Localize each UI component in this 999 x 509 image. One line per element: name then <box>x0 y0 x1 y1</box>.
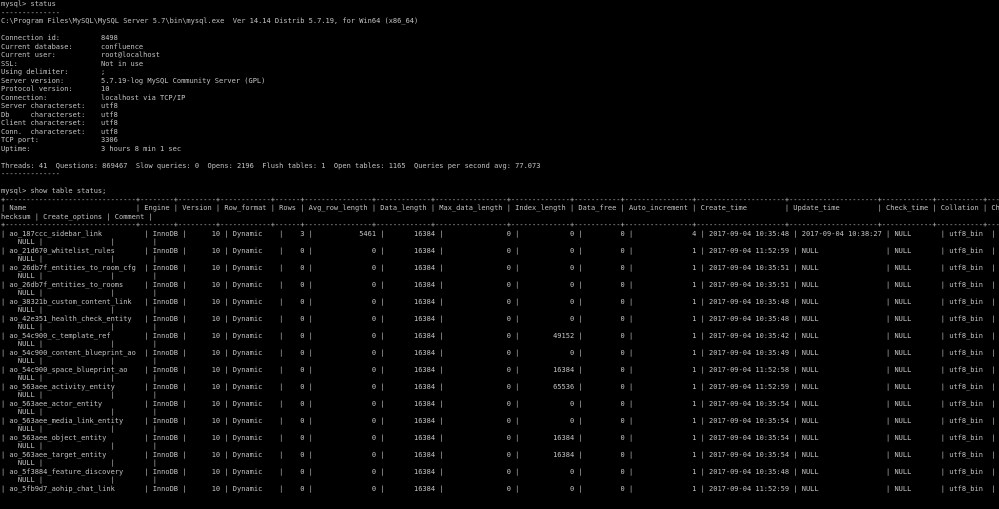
table-row: | ao_563aee_activity_entity | InnoDB | 1… <box>1 382 996 391</box>
status-value: confluence <box>101 42 144 51</box>
status-key: Connection: <box>1 93 48 102</box>
status-key: Server version: <box>1 76 65 85</box>
status-line: Using delimiter:; <box>1 68 999 77</box>
table-row-continuation: NULL | | | <box>1 408 157 416</box>
table-row: | ao_563aee_object_entity | InnoDB | 10 … <box>1 433 996 442</box>
table-row: | ao_21d670_whitelist_rules | InnoDB | 1… <box>1 246 996 255</box>
status-value: utf8 <box>101 119 118 127</box>
status-line: Protocol version: 10 <box>1 85 999 94</box>
status-line: Current database: confluence <box>1 43 999 52</box>
table-row: | ao_42e351_health_check_entity | InnoDB… <box>1 314 996 323</box>
status-line: Connection id: 8498 <box>1 34 999 43</box>
status-line: Client characterset: utf8 <box>1 119 999 128</box>
status-line: Conn. characterset: utf8 <box>1 128 999 137</box>
table-row: | ao_563aee_media_link_entity | InnoDB |… <box>1 416 996 425</box>
table-row-continuation: NULL | | | <box>1 272 157 280</box>
status-line: Current user: root@localhost <box>1 51 999 60</box>
status-key: Using delimiter: <box>1 68 69 76</box>
separator-line: -------------- <box>1 170 61 178</box>
status-line: Uptime: 3 hours 8 min 1 sec <box>1 145 999 154</box>
table-row-continuation: NULL | | | <box>1 255 157 263</box>
status-key: Client characterset: <box>1 119 86 127</box>
table-row: | ao_5fb9d7_aohip_chat_link | InnoDB | 1… <box>1 484 996 493</box>
table-row-continuation: NULL | | | <box>1 306 157 314</box>
table-row-continuation: NULL | | | <box>1 323 157 331</box>
status-key: Conn. characterset: <box>1 127 86 136</box>
status-line: Connection: localhost via TCP/IP <box>1 94 999 103</box>
status-value: utf8 <box>101 110 118 119</box>
table-row-continuation: NULL | | | <box>1 374 157 382</box>
threads-line: Threads: 41 Questions: 869467 Slow queri… <box>1 161 541 170</box>
table-row: | ao_563aee_actor_entity | InnoDB | 10 |… <box>1 399 996 408</box>
table-row-continuation: NULL | | | <box>1 476 157 484</box>
status-line: Server characterset: utf8 <box>1 102 999 111</box>
exe-version-line: C:\Program Files\MySQL\MySQL Server 5.7\… <box>1 17 419 25</box>
status-line: SSL: Not in use <box>1 60 999 69</box>
status-value: 3306 <box>101 136 118 144</box>
table-row: | ao_54c900_space_blueprint_ao | InnoDB … <box>1 365 996 374</box>
terminal-output: mysql> status -------------- C:\Program Fi… <box>1 0 999 493</box>
table-row-continuation: NULL | | | <box>1 340 157 348</box>
table-row-continuation: NULL | | | <box>1 391 157 399</box>
status-value: 8498 <box>101 34 118 42</box>
prompt-status: mysql> status <box>1 0 56 8</box>
status-value: 10 <box>101 85 110 93</box>
terminal-window[interactable]: mysql> status -------------- C:\Program Fi… <box>0 0 999 509</box>
table-row: | ao_54c900_c_template_ref | InnoDB | 10… <box>1 331 996 340</box>
table-row: | ao_26db7f_entities_to_room_cfg | InnoD… <box>1 263 996 272</box>
table-row: | ao_563aee_target_entity | InnoDB | 10 … <box>1 450 996 459</box>
table-row-continuation: NULL | | | <box>1 357 157 365</box>
prompt-show-table-status: mysql> show table status; <box>1 187 107 195</box>
status-value: 5.7.19-log MySQL Community Server (GPL) <box>101 76 266 85</box>
status-key: Protocol version: <box>1 85 73 93</box>
status-key: Current user: <box>1 51 56 59</box>
table-border-header: +-------------------------------+-------… <box>1 221 999 229</box>
status-key: Server characterset: <box>1 102 86 110</box>
status-key: Db characterset: <box>1 110 86 119</box>
status-value: ; <box>101 68 106 76</box>
table-header-continuation: hecksum | Create_options | Comment | <box>1 212 153 221</box>
table-row: | ao_5f3884_feature_discovery | InnoDB |… <box>1 467 996 476</box>
table-row: | ao_54c900_content_blueprint_ao | InnoD… <box>1 348 996 357</box>
status-value: utf8 <box>101 102 118 110</box>
status-value: 3 hours 8 min 1 sec <box>101 144 182 153</box>
status-value: root@localhost <box>101 51 161 59</box>
table-rows: | ao_187ccc_sidebar_link | InnoDB | 10 |… <box>1 230 999 494</box>
table-row: | ao_187ccc_sidebar_link | InnoDB | 10 |… <box>1 229 996 238</box>
status-line: Server version: 5.7.19-log MySQL Communit… <box>1 77 999 86</box>
status-key: Current database: <box>1 42 73 51</box>
status-line: Db characterset: utf8 <box>1 111 999 120</box>
status-key: Connection id: <box>1 34 61 42</box>
table-row-continuation: NULL | | | <box>1 238 157 246</box>
status-value: utf8 <box>101 127 118 136</box>
separator-line: -------------- <box>1 8 61 17</box>
table-row: | ao_38321b_custom_content_link | InnoDB… <box>1 297 996 306</box>
status-key: Uptime: <box>1 144 31 153</box>
status-key: SSL: <box>1 59 18 68</box>
status-key: TCP port: <box>1 136 39 144</box>
status-block: Connection id: 8498 Current database: confl… <box>1 34 999 153</box>
table-row-continuation: NULL | | | <box>1 425 157 433</box>
status-line: TCP port: 3306 <box>1 136 999 145</box>
table-border-top: +-------------------------------+-------… <box>1 195 999 204</box>
table-row-continuation: NULL | | | <box>1 442 157 450</box>
status-value: localhost via TCP/IP <box>101 93 186 102</box>
status-value: Not in use <box>101 59 144 68</box>
table-row-continuation: NULL | | | <box>1 289 157 297</box>
table-row-continuation: NULL | | | <box>1 459 157 467</box>
table-row: | ao_26db7f_entities_to_rooms | InnoDB |… <box>1 280 996 289</box>
table-header-row: | Name | Engine | Version | Row_format |… <box>1 204 999 212</box>
